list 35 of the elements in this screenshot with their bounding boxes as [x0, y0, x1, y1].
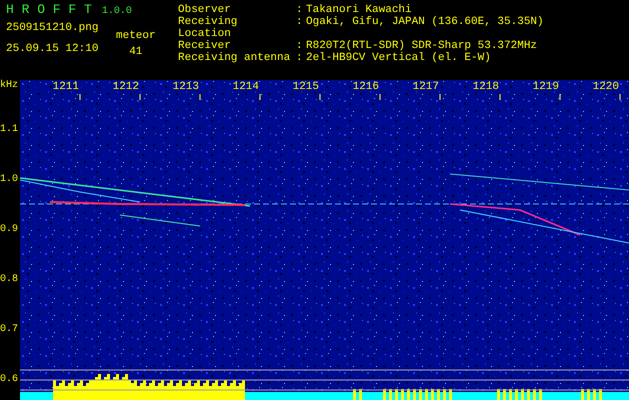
info-separator: : — [296, 40, 304, 52]
info-separator: : — [296, 52, 304, 64]
x-axis-label: 1215 — [292, 81, 319, 93]
y-axis-label: 0.8 — [0, 274, 18, 286]
counter-label: meteor — [116, 30, 156, 42]
x-axis-label: 1218 — [472, 81, 499, 93]
y-axis-label: 0.7 — [0, 324, 18, 336]
info-label: Receiver — [178, 40, 232, 52]
x-axis-label: 1217 — [412, 81, 439, 93]
info-value: R820T2(RTL-SDR) SDR-Sharp 53.372MHz — [306, 40, 538, 52]
info-separator: : — [296, 4, 304, 16]
x-axis-label: 1220 — [592, 81, 619, 93]
x-axis-label: 1214 — [232, 81, 259, 93]
info-value: Ogaki, Gifu, JAPAN (136.60E, 35.35N) — [306, 16, 544, 30]
app-name: H R O F F T — [6, 4, 92, 16]
info-separator: : — [296, 16, 304, 30]
info-label: Observer — [178, 4, 232, 16]
x-axis-label: 1216 — [352, 81, 379, 93]
y-axis-label: 1.0 — [0, 174, 18, 186]
x-axis-label: 1219 — [532, 81, 559, 93]
y-axis-label: 0.9 — [0, 224, 18, 236]
info-label: Receiving Location — [178, 16, 238, 40]
y-axis-label: 1.1 — [0, 124, 18, 136]
axis-unit: kHz — [0, 80, 18, 92]
file-name: 2509151210.png — [6, 22, 100, 34]
x-axis-label: 1212 — [112, 81, 139, 93]
info-value: Takanori Kawachi — [306, 4, 412, 16]
info-value: 2el-HB9CV Vertical (el. E-W) — [306, 52, 491, 64]
info-label: Receiving antenna — [178, 52, 292, 64]
timestamp: 25.09.15 12:10 — [6, 43, 100, 55]
x-axis-label: 1211 — [52, 81, 79, 93]
y-axis-label: 0.6 — [0, 374, 18, 386]
x-axis-label: 1213 — [172, 81, 199, 93]
counter-value: 41 — [129, 46, 142, 58]
app-version: 1.0.0 — [102, 6, 132, 18]
